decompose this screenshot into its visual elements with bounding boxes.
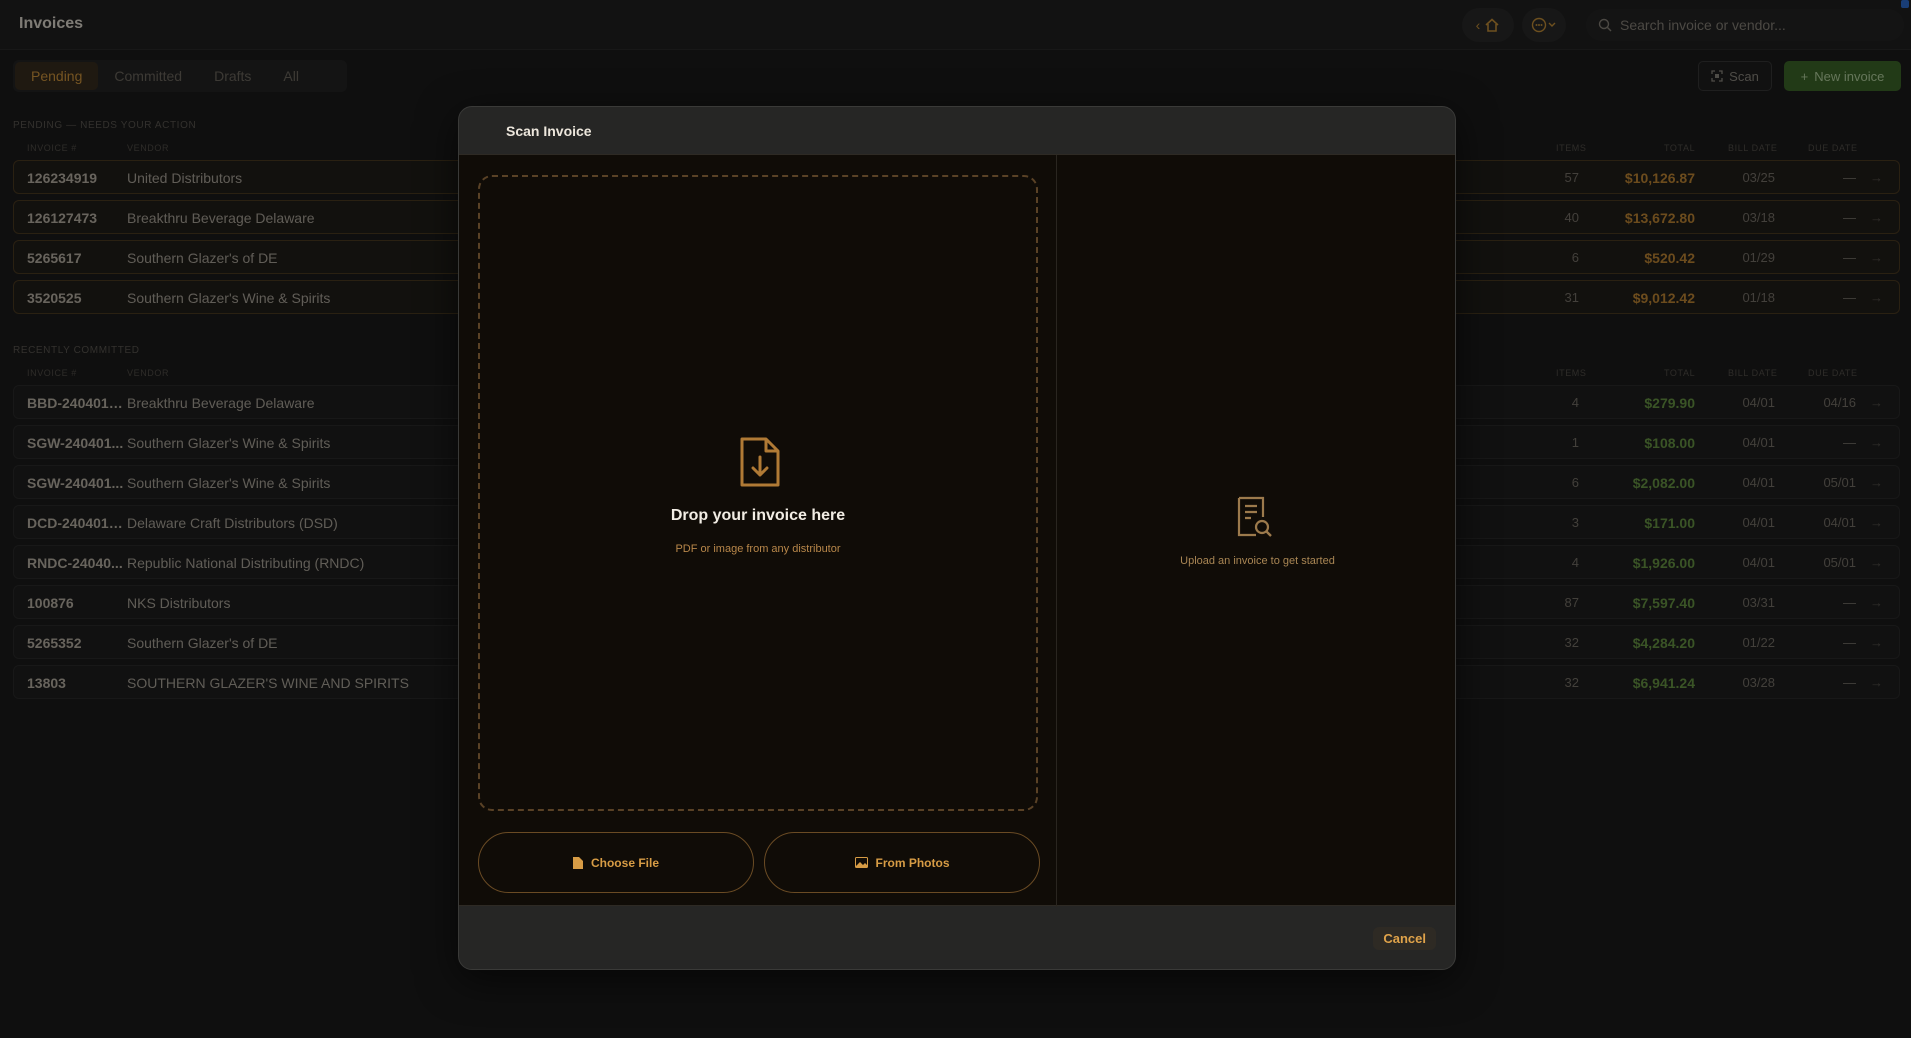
document-search-icon <box>1237 496 1272 537</box>
dialog-title: Scan Invoice <box>506 123 592 139</box>
cancel-button[interactable]: Cancel <box>1373 927 1436 950</box>
drop-subtitle: PDF or image from any distributor <box>675 543 841 555</box>
scan-invoice-dialog: Scan Invoice Drop your invoice here PDF … <box>458 106 1456 970</box>
from-photos-label: From Photos <box>875 855 950 870</box>
preview-pane: Upload an invoice to get started <box>1058 155 1455 907</box>
file-icon <box>572 856 583 869</box>
from-photos-button[interactable]: From Photos <box>764 832 1040 893</box>
choose-file-button[interactable]: Choose File <box>478 832 754 893</box>
drop-zone[interactable]: Drop your invoice here PDF or image from… <box>478 175 1038 811</box>
empty-state-hint: Upload an invoice to get started <box>1180 555 1335 567</box>
photo-icon <box>854 857 868 868</box>
dialog-body: Drop your invoice here PDF or image from… <box>459 154 1455 907</box>
file-download-icon <box>740 437 780 487</box>
choose-file-label: Choose File <box>590 855 659 870</box>
upload-pane: Drop your invoice here PDF or image from… <box>459 155 1057 907</box>
drop-title: Drop your invoice here <box>670 507 846 524</box>
